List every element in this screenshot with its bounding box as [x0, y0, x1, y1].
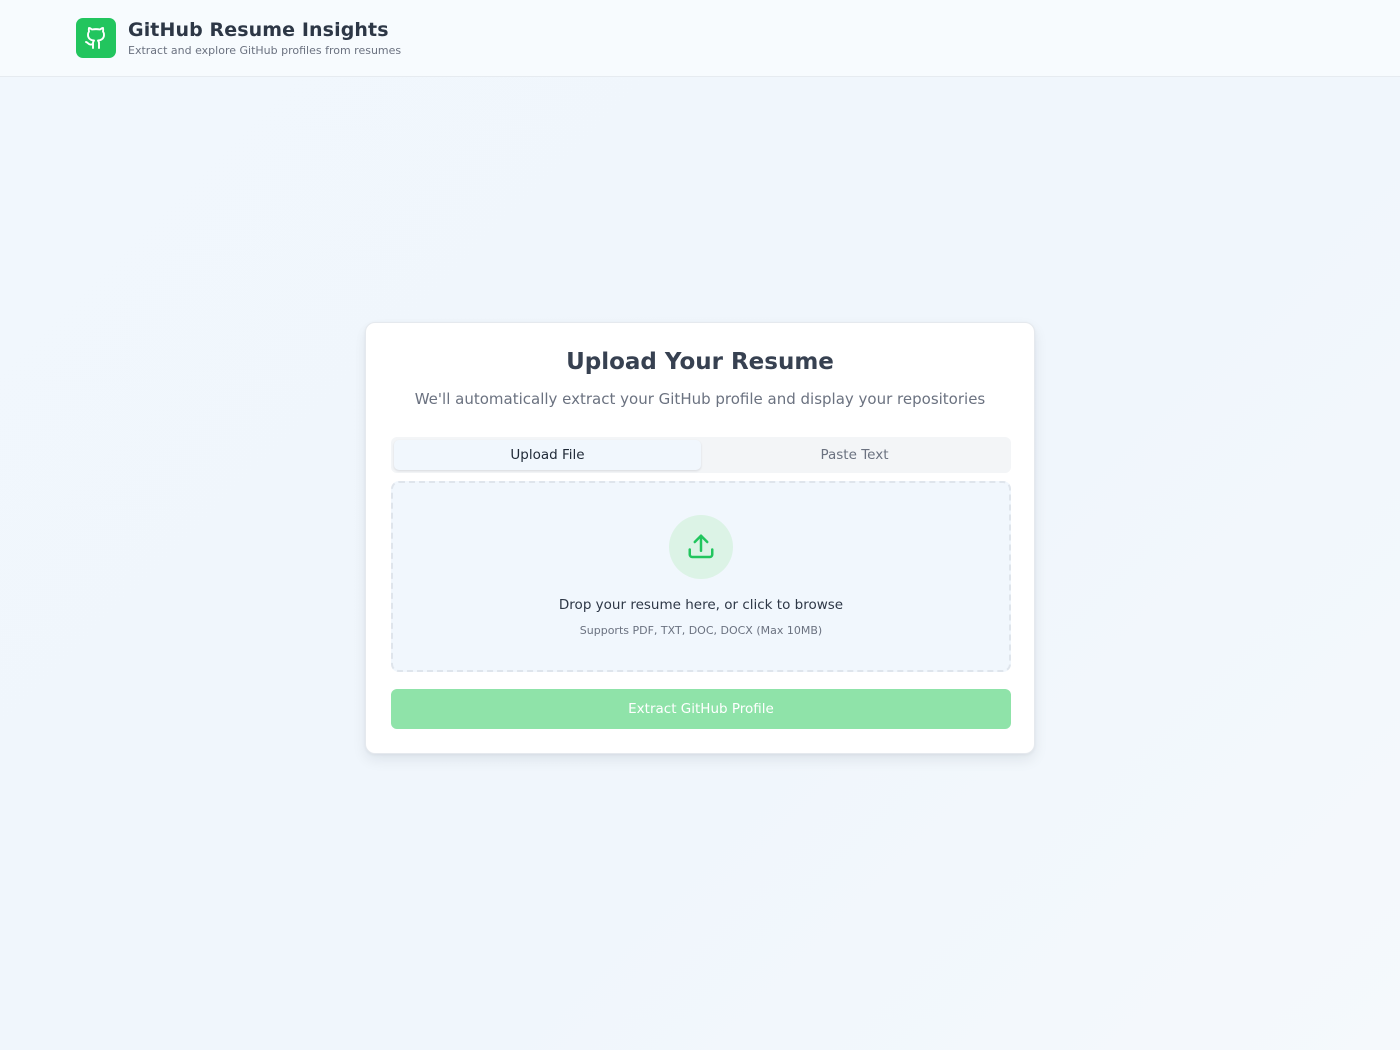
dropzone-hint-text: Supports PDF, TXT, DOC, DOCX (Max 10MB): [579, 624, 823, 637]
app-title: GitHub Resume Insights: [128, 19, 389, 41]
upload-card: Upload Your Resume We'll automatically e…: [365, 322, 1035, 754]
upload-subtitle: We'll automatically extract your GitHub …: [414, 390, 986, 408]
input-mode-tabs: Upload File Paste Text: [391, 437, 1011, 473]
upload-title: Upload Your Resume: [566, 349, 834, 375]
extract-github-profile-button[interactable]: Extract GitHub Profile: [391, 689, 1011, 729]
brand: GitHub Resume Insights Extract and explo…: [128, 18, 401, 58]
app-logo: [76, 18, 116, 58]
tab-paste-text[interactable]: Paste Text: [701, 440, 1008, 470]
upload-icon: [688, 534, 714, 559]
app-subtitle: Extract and explore GitHub profiles from…: [128, 44, 402, 57]
app-header: GitHub Resume Insights Extract and explo…: [0, 0, 1400, 77]
tab-upload-file[interactable]: Upload File: [394, 440, 701, 470]
upload-icon-badge: [669, 515, 733, 579]
resume-dropzone[interactable]: Drop your resume here, or click to brows…: [391, 481, 1011, 672]
dropzone-main-text: Drop your resume here, or click to brows…: [558, 597, 844, 613]
github-icon: [85, 27, 105, 49]
